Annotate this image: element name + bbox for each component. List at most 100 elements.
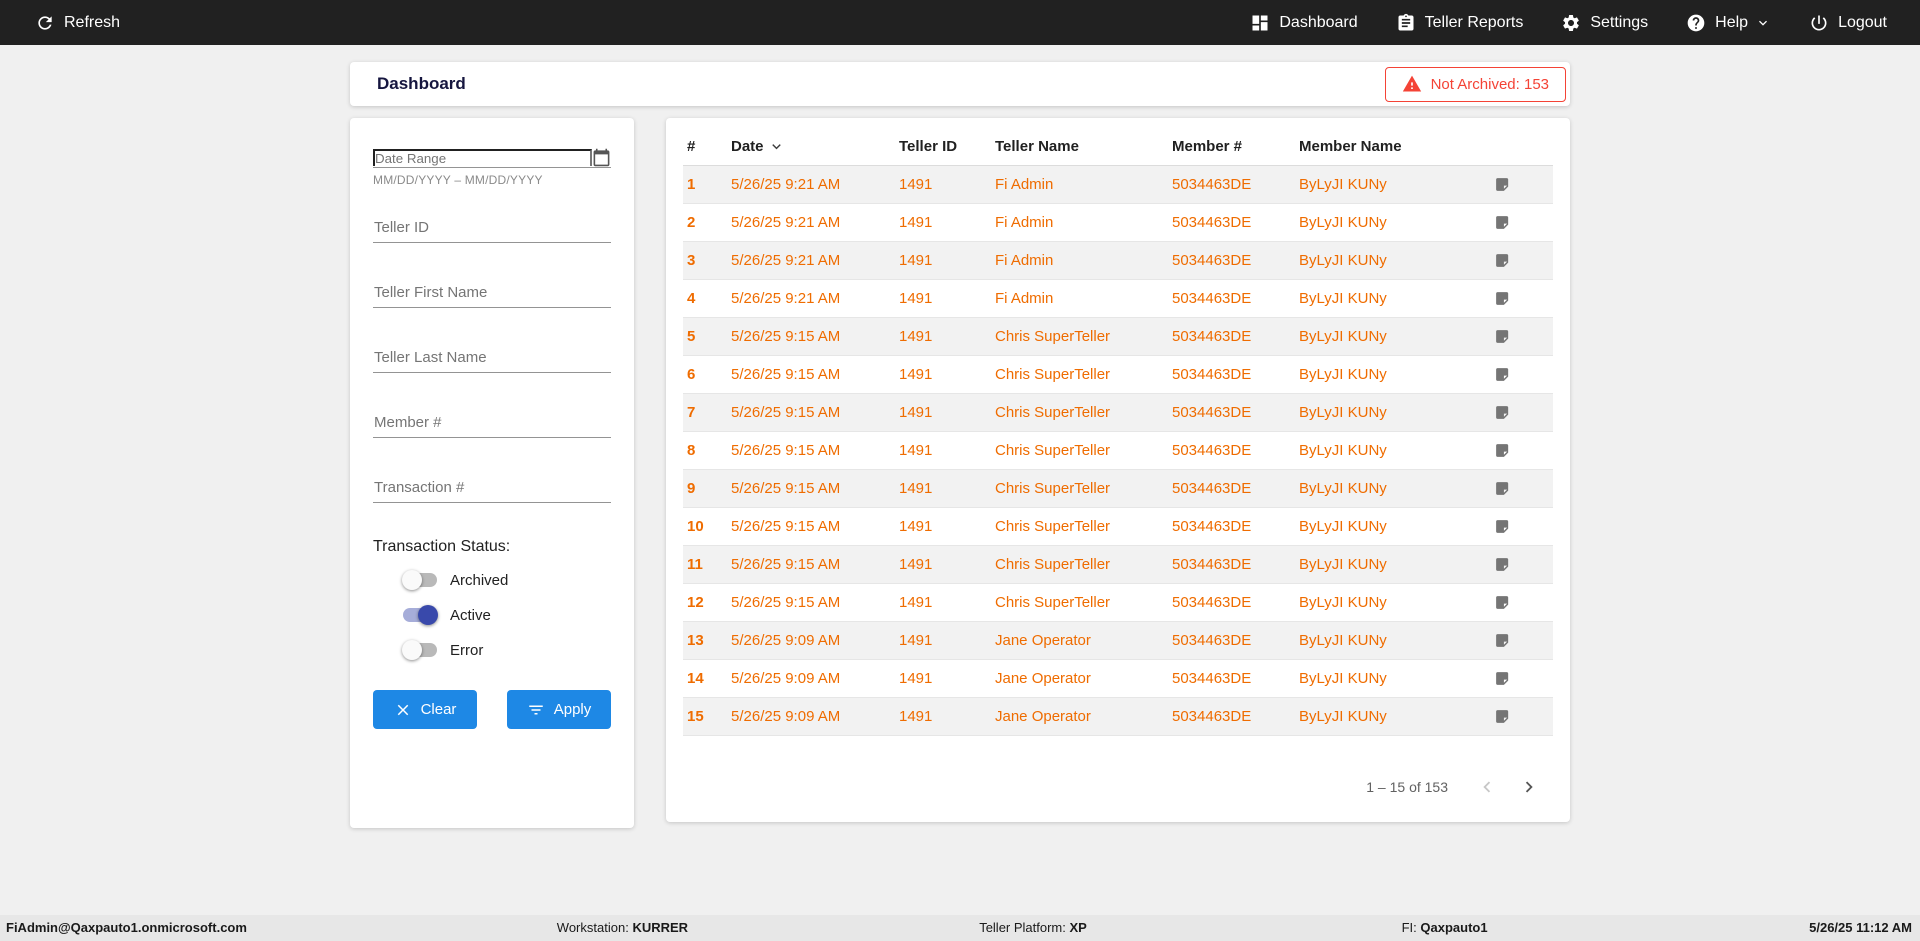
- topbar: Refresh Dashboard Teller Reports Setting…: [0, 0, 1920, 45]
- user-email: FiAdmin@Qaxpauto1.onmicrosoft.com: [6, 915, 247, 941]
- table-row[interactable]: 13 5/26/25 9:09 AM 1491 Jane Operator 50…: [683, 622, 1553, 660]
- cell-number: 11: [687, 556, 731, 573]
- calendar-icon[interactable]: [592, 148, 611, 167]
- nav-logout-label: Logout: [1838, 14, 1887, 32]
- cell-member-name: ByLyJI KUNy: [1299, 518, 1478, 535]
- cell-member-name: ByLyJI KUNy: [1299, 480, 1478, 497]
- cell-member-number: 5034463DE: [1172, 366, 1299, 383]
- cell-teller-id: 1491: [899, 214, 995, 231]
- cell-date: 5/26/25 9:15 AM: [731, 556, 899, 573]
- cell-member-name: ByLyJI KUNy: [1299, 594, 1478, 611]
- table-row[interactable]: 11 5/26/25 9:15 AM 1491 Chris SuperTelle…: [683, 546, 1553, 584]
- apply-button[interactable]: Apply: [507, 690, 611, 729]
- table-row[interactable]: 2 5/26/25 9:21 AM 1491 Fi Admin 5034463D…: [683, 204, 1553, 242]
- teller-first-name-input[interactable]: [373, 278, 611, 308]
- apply-button-label: Apply: [554, 701, 592, 718]
- toggle-switch[interactable]: [403, 573, 437, 587]
- cell-teller-id: 1491: [899, 670, 995, 687]
- cell-member-number: 5034463DE: [1172, 404, 1299, 421]
- cell-member-name: ByLyJI KUNy: [1299, 176, 1478, 193]
- table-row[interactable]: 7 5/26/25 9:15 AM 1491 Chris SuperTeller…: [683, 394, 1553, 432]
- nav-teller-reports[interactable]: Teller Reports: [1396, 13, 1524, 33]
- clear-button[interactable]: Clear: [373, 690, 477, 729]
- teller-last-name-input[interactable]: [373, 343, 611, 373]
- note-icon[interactable]: [1494, 518, 1549, 535]
- cell-date: 5/26/25 9:09 AM: [731, 632, 899, 649]
- cell-member-name: ByLyJI KUNy: [1299, 708, 1478, 725]
- nav-dashboard[interactable]: Dashboard: [1250, 13, 1357, 33]
- toggle-label: Active: [450, 607, 491, 624]
- nav-dashboard-label: Dashboard: [1279, 14, 1357, 32]
- table-row[interactable]: 3 5/26/25 9:21 AM 1491 Fi Admin 5034463D…: [683, 242, 1553, 280]
- cell-number: 8: [687, 442, 731, 459]
- toggle-switch[interactable]: [403, 643, 437, 657]
- note-icon[interactable]: [1494, 594, 1549, 611]
- previous-page-button[interactable]: [1474, 774, 1500, 800]
- cell-member-number: 5034463DE: [1172, 670, 1299, 687]
- cell-teller-id: 1491: [899, 480, 995, 497]
- date-range-input[interactable]: [373, 149, 592, 166]
- teller-platform-status: Teller Platform: XP: [979, 915, 1087, 941]
- note-icon[interactable]: [1494, 176, 1549, 193]
- not-archived-label: Not Archived: 153: [1431, 76, 1549, 93]
- refresh-button[interactable]: Refresh: [35, 13, 120, 33]
- table-row[interactable]: 14 5/26/25 9:09 AM 1491 Jane Operator 50…: [683, 660, 1553, 698]
- cell-teller-name: Chris SuperTeller: [995, 594, 1172, 611]
- refresh-icon: [35, 13, 55, 33]
- cell-member-name: ByLyJI KUNy: [1299, 442, 1478, 459]
- note-icon[interactable]: [1494, 708, 1549, 725]
- platform-value: XP: [1070, 920, 1087, 935]
- note-icon[interactable]: [1494, 214, 1549, 231]
- nav-settings[interactable]: Settings: [1561, 13, 1648, 33]
- note-icon[interactable]: [1494, 290, 1549, 307]
- table-row[interactable]: 1 5/26/25 9:21 AM 1491 Fi Admin 5034463D…: [683, 166, 1553, 204]
- cell-date: 5/26/25 9:21 AM: [731, 214, 899, 231]
- next-page-button[interactable]: [1516, 774, 1542, 800]
- not-archived-badge[interactable]: Not Archived: 153: [1385, 67, 1566, 102]
- note-icon[interactable]: [1494, 480, 1549, 497]
- cell-teller-id: 1491: [899, 404, 995, 421]
- nav-help[interactable]: Help: [1686, 13, 1771, 33]
- cell-number: 1: [687, 176, 731, 193]
- table-row[interactable]: 10 5/26/25 9:15 AM 1491 Chris SuperTelle…: [683, 508, 1553, 546]
- sort-desc-icon: [768, 138, 785, 155]
- note-icon[interactable]: [1494, 556, 1549, 573]
- table-row[interactable]: 15 5/26/25 9:09 AM 1491 Jane Operator 50…: [683, 698, 1553, 736]
- note-icon[interactable]: [1494, 670, 1549, 687]
- teller-id-input[interactable]: [373, 213, 611, 243]
- cell-member-name: ByLyJI KUNy: [1299, 366, 1478, 383]
- warning-icon: [1402, 74, 1422, 94]
- note-icon[interactable]: [1494, 328, 1549, 345]
- col-date[interactable]: Date: [731, 138, 899, 155]
- cell-date: 5/26/25 9:09 AM: [731, 708, 899, 725]
- table-row[interactable]: 8 5/26/25 9:15 AM 1491 Chris SuperTeller…: [683, 432, 1553, 470]
- cell-teller-name: Fi Admin: [995, 214, 1172, 231]
- toggle-switch[interactable]: [403, 608, 437, 622]
- table-row[interactable]: 12 5/26/25 9:15 AM 1491 Chris SuperTelle…: [683, 584, 1553, 622]
- note-icon[interactable]: [1494, 632, 1549, 649]
- nav-help-label: Help: [1715, 14, 1748, 32]
- reports-icon: [1396, 13, 1416, 33]
- cell-member-name: ByLyJI KUNy: [1299, 404, 1478, 421]
- cell-date: 5/26/25 9:15 AM: [731, 518, 899, 535]
- cell-teller-id: 1491: [899, 290, 995, 307]
- table-row[interactable]: 6 5/26/25 9:15 AM 1491 Chris SuperTeller…: [683, 356, 1553, 394]
- cell-member-number: 5034463DE: [1172, 594, 1299, 611]
- note-icon[interactable]: [1494, 404, 1549, 421]
- table-row[interactable]: 5 5/26/25 9:15 AM 1491 Chris SuperTeller…: [683, 318, 1553, 356]
- col-member-number: Member #: [1172, 138, 1299, 155]
- cell-teller-name: Chris SuperTeller: [995, 328, 1172, 345]
- note-icon[interactable]: [1494, 442, 1549, 459]
- note-icon[interactable]: [1494, 252, 1549, 269]
- table-row[interactable]: 4 5/26/25 9:21 AM 1491 Fi Admin 5034463D…: [683, 280, 1553, 318]
- nav-logout[interactable]: Logout: [1809, 13, 1887, 33]
- cell-teller-id: 1491: [899, 328, 995, 345]
- table-row[interactable]: 9 5/26/25 9:15 AM 1491 Chris SuperTeller…: [683, 470, 1553, 508]
- fi-value: Qaxpauto1: [1420, 920, 1487, 935]
- member-number-input[interactable]: [373, 408, 611, 438]
- transaction-number-input[interactable]: [373, 473, 611, 503]
- cell-member-name: ByLyJI KUNy: [1299, 252, 1478, 269]
- note-icon[interactable]: [1494, 366, 1549, 383]
- cell-date: 5/26/25 9:21 AM: [731, 176, 899, 193]
- cell-teller-name: Chris SuperTeller: [995, 366, 1172, 383]
